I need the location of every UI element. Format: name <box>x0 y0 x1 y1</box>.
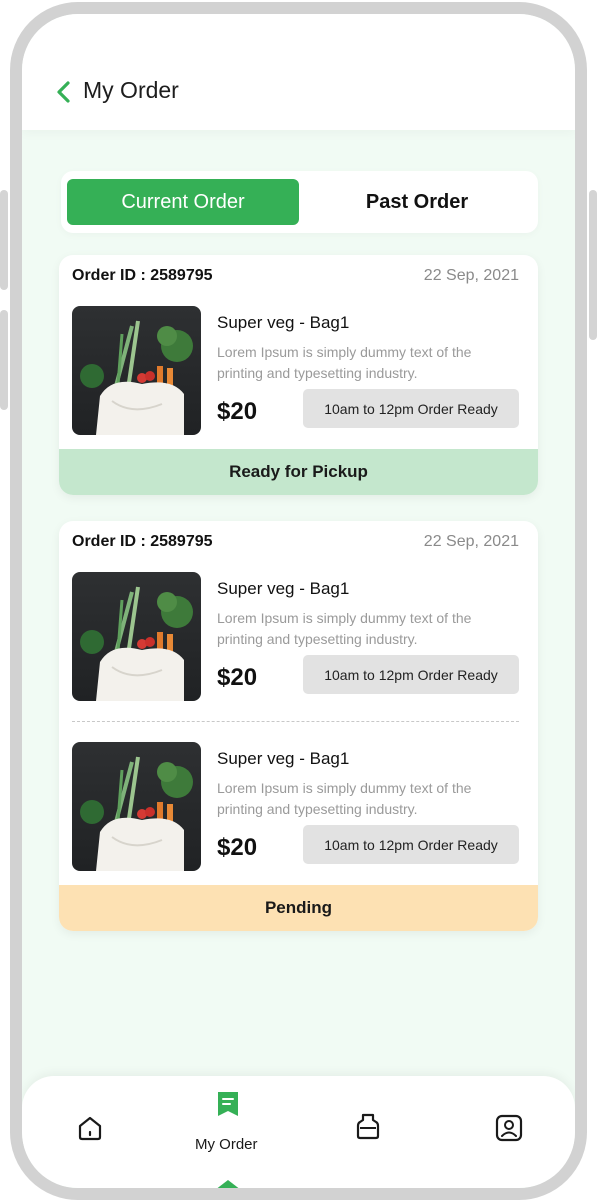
order-id: Order ID : 2589795 <box>72 267 213 284</box>
receipt-icon <box>218 1092 238 1116</box>
phone-frame: My Order Current Order Past Order Order … <box>10 2 587 1200</box>
order-date: 22 Sep, 2021 <box>423 267 519 284</box>
product-image <box>72 306 201 435</box>
pickup-slot-badge: 10am to 12pm Order Ready <box>303 389 519 428</box>
nav-item-bag[interactable] <box>342 1076 422 1188</box>
order-card[interactable]: Order ID : 2589795 22 Sep, 2021 Super ve… <box>59 255 538 495</box>
page-title: My Order <box>83 77 179 103</box>
nav-label-my-order: My Order <box>195 1136 258 1153</box>
pickup-slot-badge: 10am to 12pm Order Ready <box>303 655 519 694</box>
order-status-ready: Ready for Pickup <box>59 449 538 495</box>
item-name: Super veg - Bag1 <box>217 313 350 332</box>
vegetable-bag-illustration <box>80 756 193 871</box>
order-item: Super veg - Bag1 Lorem Ipsum is simply d… <box>59 572 538 702</box>
item-name: Super veg - Bag1 <box>217 749 350 768</box>
screen: My Order Current Order Past Order Order … <box>22 14 575 1188</box>
order-tabs: Current Order Past Order <box>61 171 538 233</box>
vegetable-bag-illustration <box>80 586 193 701</box>
order-date: 22 Sep, 2021 <box>423 533 519 550</box>
nav-item-profile[interactable] <box>477 1076 557 1188</box>
item-name: Super veg - Bag1 <box>217 579 350 598</box>
item-description: Lorem Ipsum is simply dummy text of the … <box>217 344 472 381</box>
order-id: Order ID : 2589795 <box>72 533 213 550</box>
nav-item-my-order[interactable]: My Order <box>22 1076 302 1188</box>
item-price: $20 <box>217 664 258 691</box>
vegetable-bag-illustration <box>80 320 193 435</box>
item-description: Lorem Ipsum is simply dummy text of the … <box>217 610 472 647</box>
product-image <box>72 572 201 701</box>
profile-icon <box>495 1114 523 1142</box>
app-header: My Order <box>22 14 575 130</box>
order-card[interactable]: Order ID : 2589795 22 Sep, 2021 Super ve… <box>59 521 538 931</box>
tab-current-order[interactable]: Current Order <box>67 179 299 225</box>
item-price: $20 <box>217 834 258 861</box>
bottom-nav: My Order <box>22 1076 575 1188</box>
order-item: Super veg - Bag1 Lorem Ipsum is simply d… <box>59 742 538 872</box>
order-item: Super veg - Bag1 Lorem Ipsum is simply d… <box>59 306 538 436</box>
item-price: $20 <box>217 398 258 425</box>
chevron-left-icon[interactable] <box>56 80 72 104</box>
product-image <box>72 742 201 871</box>
volume-down-button <box>0 310 8 410</box>
pickup-slot-badge: 10am to 12pm Order Ready <box>303 825 519 864</box>
item-description: Lorem Ipsum is simply dummy text of the … <box>217 780 472 817</box>
tab-past-order[interactable]: Past Order <box>301 179 533 225</box>
bag-icon <box>356 1113 380 1140</box>
volume-up-button <box>0 190 8 290</box>
active-indicator <box>215 1180 241 1188</box>
order-status-pending: Pending <box>59 885 538 931</box>
power-button <box>589 190 597 340</box>
item-divider <box>72 721 519 722</box>
